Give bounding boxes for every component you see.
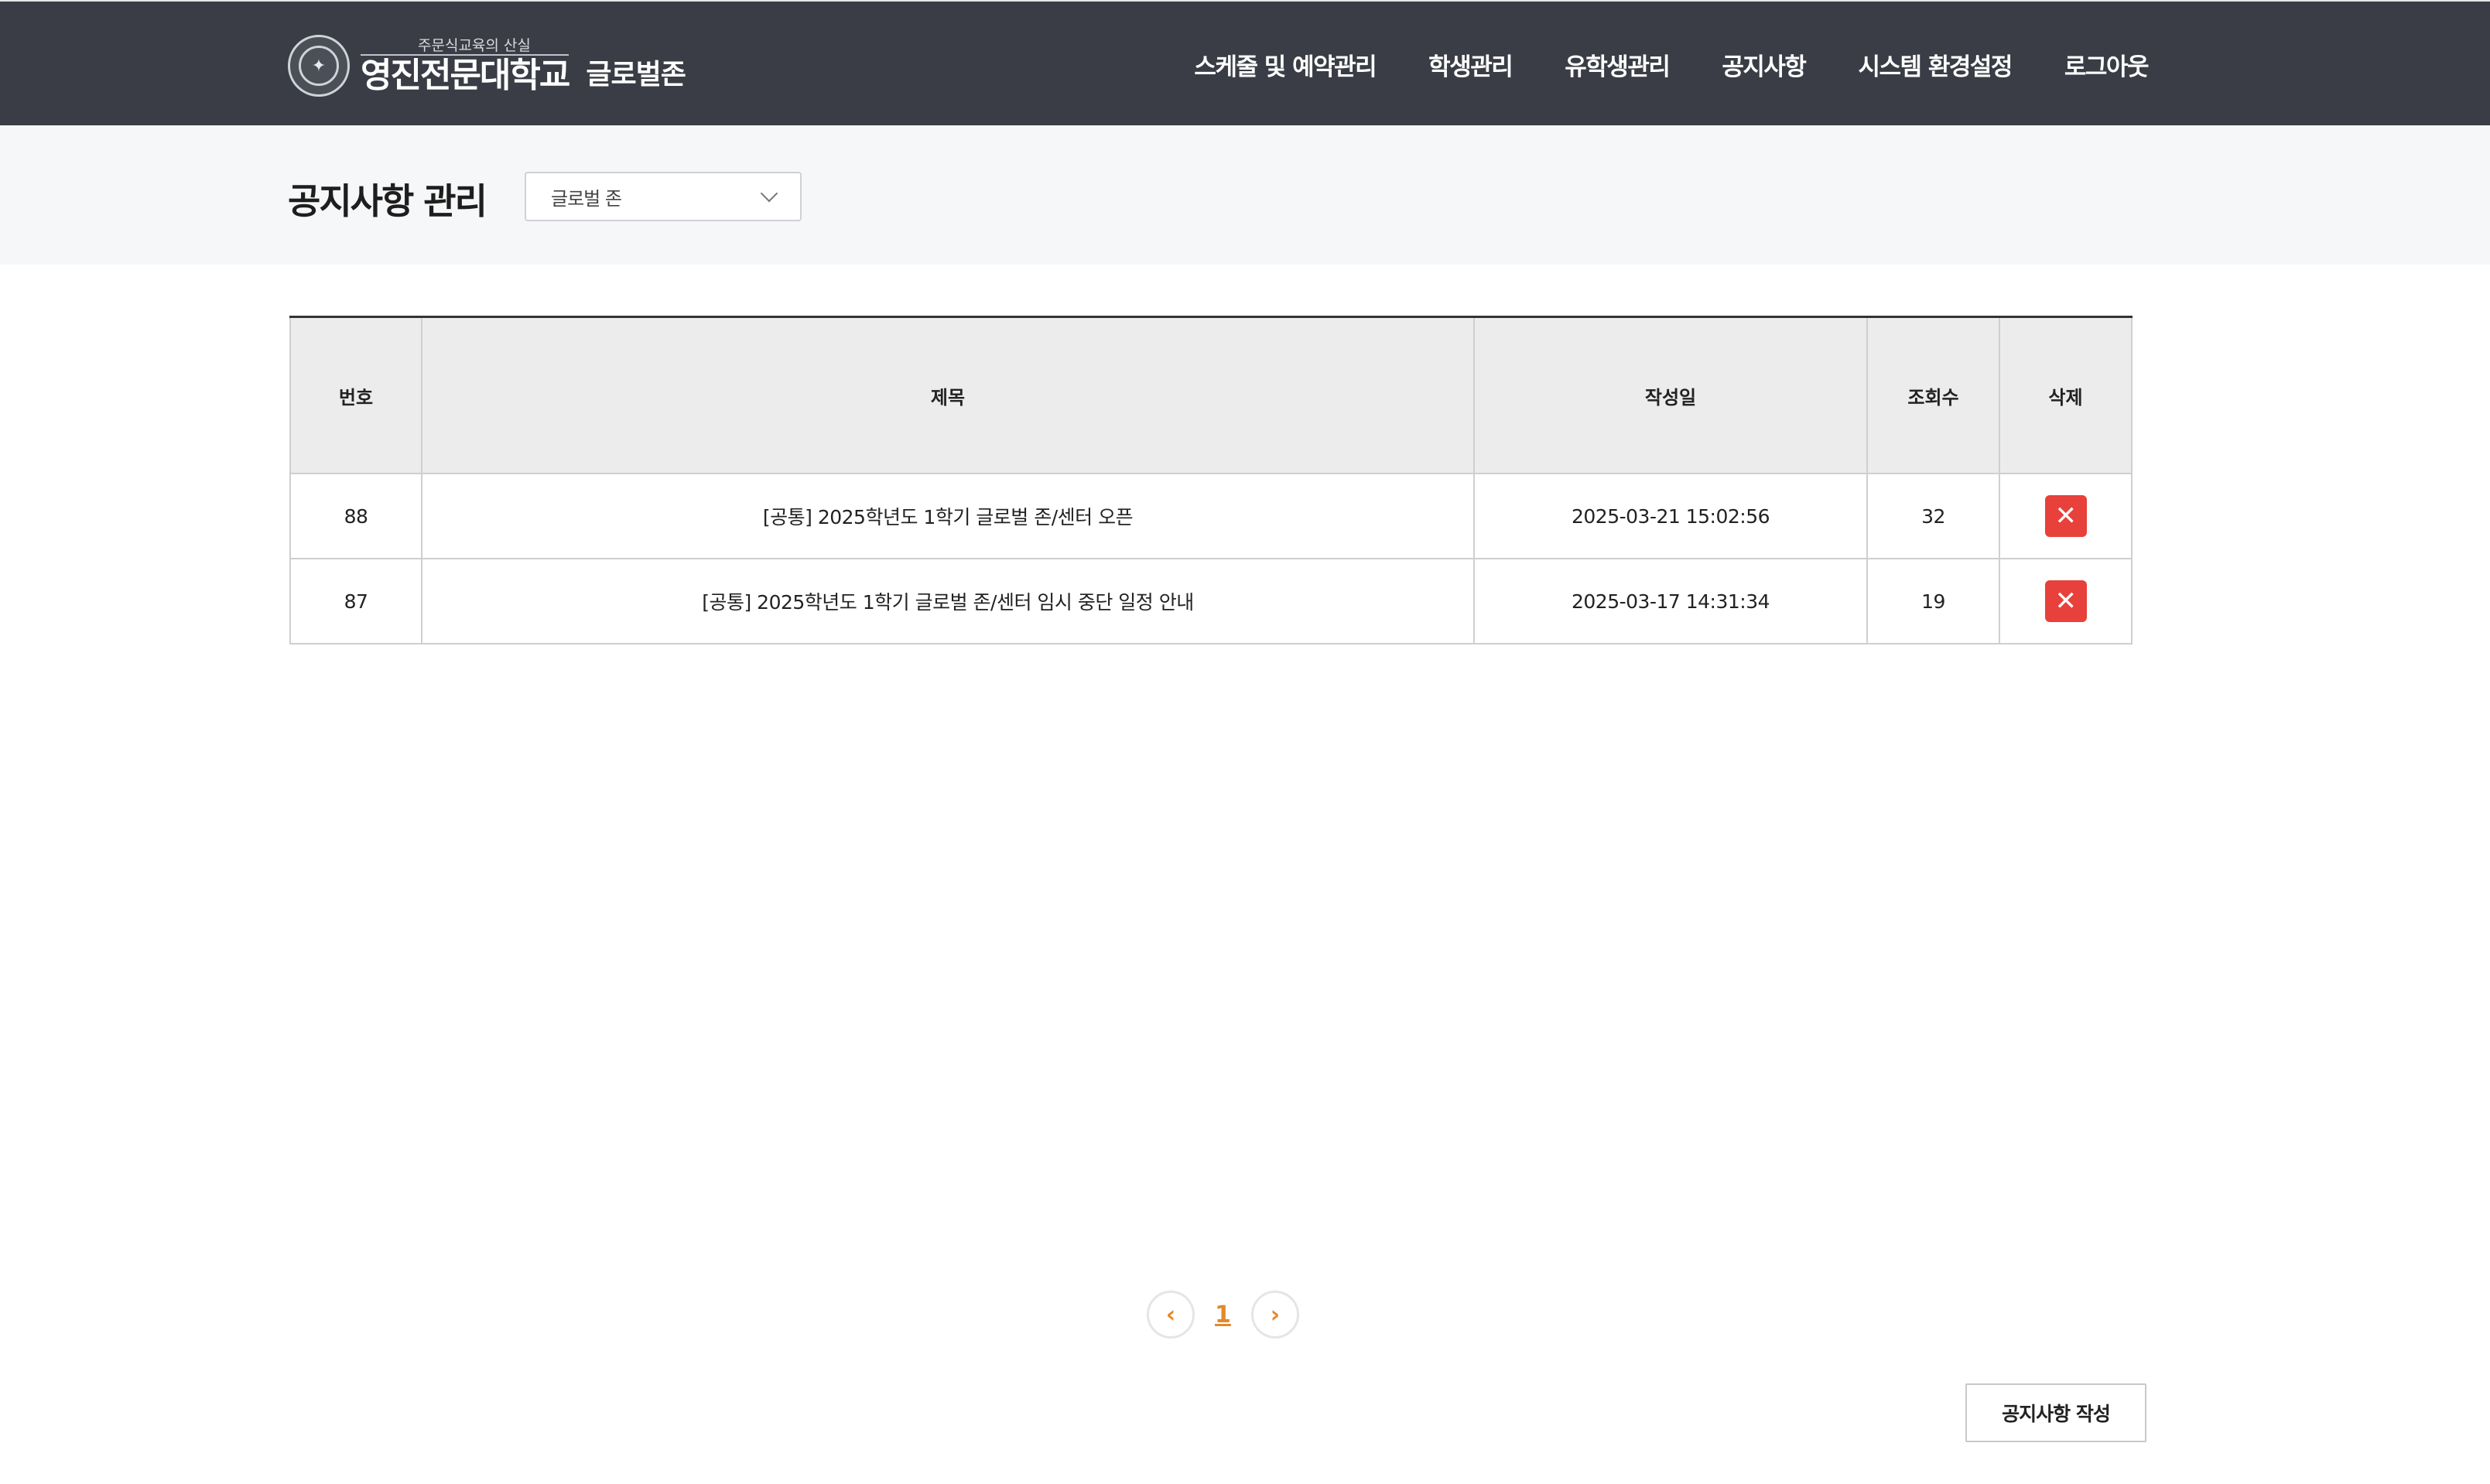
header-delete: 삭제 — [1999, 316, 2133, 474]
cell-title[interactable]: [공통] 2025학년도 1학기 글로벌 존/센터 임시 중단 일정 안내 — [421, 558, 1475, 645]
header-number: 번호 — [289, 316, 422, 474]
logo-text-block: 주문식교육의 산실 영진전문대학교 — [361, 37, 570, 95]
cell-delete: ✕ — [1999, 473, 2133, 559]
close-icon: ✕ — [2054, 501, 2078, 532]
notices-table-container: 번호 제목 작성일 조회수 삭제 88 [공통] 2025학년도 1학기 글로벌… — [289, 316, 2133, 645]
cell-title[interactable]: [공통] 2025학년도 1학기 글로벌 존/센터 오픈 — [421, 473, 1475, 559]
university-emblem-icon: ✦ — [288, 35, 350, 97]
page-number-current[interactable]: 1 — [1215, 1301, 1231, 1328]
nav-logout[interactable]: 로그아웃 — [2064, 47, 2150, 82]
page-title-band: 공지사항 관리 글로벌 존 — [0, 125, 2490, 265]
cell-number: 88 — [289, 473, 422, 559]
cell-date: 2025-03-21 15:02:56 — [1473, 473, 1868, 559]
cell-views: 32 — [1866, 473, 2000, 559]
close-icon: ✕ — [2054, 586, 2078, 617]
nav-schedule-reservation[interactable]: 스케줄 및 예약관리 — [1194, 47, 1377, 82]
delete-button[interactable]: ✕ — [2044, 495, 2087, 537]
table-row[interactable]: 87 [공통] 2025학년도 1학기 글로벌 존/센터 임시 중단 일정 안내… — [289, 558, 2133, 645]
write-notice-button[interactable]: 공지사항 작성 — [1965, 1383, 2146, 1442]
chevron-right-icon: › — [1270, 1301, 1281, 1328]
pagination: ‹ 1 › — [1147, 1291, 1299, 1339]
table-header-row: 번호 제목 작성일 조회수 삭제 — [289, 316, 2133, 474]
cell-date: 2025-03-17 14:31:34 — [1473, 558, 1868, 645]
logo-university-name: 영진전문대학교 — [361, 56, 570, 95]
logo-service-name: 글로벌존 — [586, 59, 686, 91]
cell-number: 87 — [289, 558, 422, 645]
prev-page-button[interactable]: ‹ — [1147, 1291, 1195, 1339]
logo-tagline: 주문식교육의 산실 — [361, 37, 569, 56]
nav-student-management[interactable]: 학생관리 — [1428, 47, 1513, 82]
nav-system-settings[interactable]: 시스템 환경설정 — [1858, 47, 2013, 82]
header-title: 제목 — [421, 316, 1475, 474]
header-date: 작성일 — [1473, 316, 1868, 474]
top-navbar: ✦ 주문식교육의 산실 영진전문대학교 글로벌존 스케줄 및 예약관리 학생관리… — [0, 0, 2490, 125]
table-row[interactable]: 88 [공통] 2025학년도 1학기 글로벌 존/센터 오픈 2025-03-… — [289, 473, 2133, 559]
site-logo[interactable]: ✦ 주문식교육의 산실 영진전문대학교 글로벌존 — [288, 32, 686, 99]
main-nav: 스케줄 및 예약관리 학생관리 유학생관리 공지사항 시스템 환경설정 로그아웃 — [1194, 2, 2150, 127]
chevron-left-icon: ‹ — [1165, 1301, 1176, 1328]
cell-views: 19 — [1866, 558, 2000, 645]
header-views: 조회수 — [1866, 316, 2000, 474]
chevron-down-icon — [760, 184, 778, 203]
page-title: 공지사항 관리 — [288, 180, 487, 222]
nav-notices[interactable]: 공지사항 — [1722, 47, 1807, 82]
notices-table: 번호 제목 작성일 조회수 삭제 88 [공통] 2025학년도 1학기 글로벌… — [289, 316, 2133, 645]
zone-select[interactable]: 글로벌 존 — [525, 172, 802, 221]
zone-select-value: 글로벌 존 — [551, 187, 622, 210]
nav-international-student-management[interactable]: 유학생관리 — [1565, 47, 1671, 82]
delete-button[interactable]: ✕ — [2044, 580, 2087, 622]
cell-delete: ✕ — [1999, 558, 2133, 645]
next-page-button[interactable]: › — [1250, 1291, 1299, 1339]
emblem-inner-mark: ✦ — [299, 46, 339, 86]
